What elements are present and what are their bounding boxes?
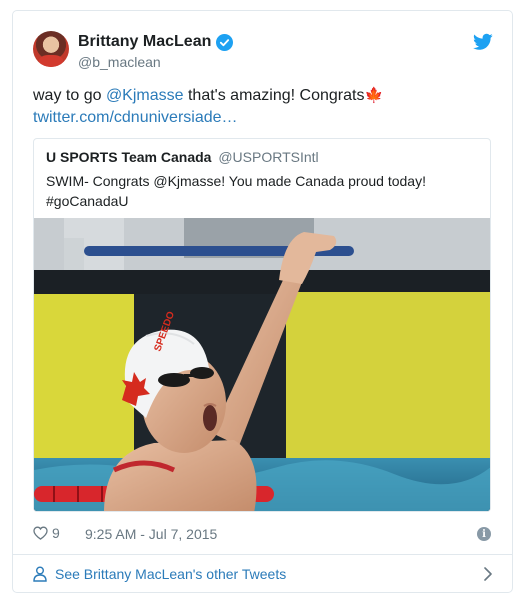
like-count: 9 [52,525,60,541]
author-display-name[interactable]: Brittany MacLean [78,33,211,51]
quoted-tweet-text: SWIM- Congrats @Kjmasse! You made Canada… [46,171,476,211]
embedded-tweet-card: Brittany MacLean @b_maclean way to go @K… [12,10,513,593]
twitter-bird-icon[interactable] [473,33,493,51]
author-handle[interactable]: @b_maclean [78,54,161,70]
maple-leaf-emoji: 🍁 [364,87,384,104]
quoted-author-handle: @USPORTSIntl [218,149,319,165]
tweet-body: way to go @Kjmasse that's amazing! Congr… [33,85,493,129]
swimmer-photo-illustration: SPEEDO [34,218,490,511]
tweet-url-link[interactable]: twitter.com/cdnuniversiade… [33,107,493,129]
quoted-tweet-text-line: SWIM- Congrats @Kjmasse! You made Canada… [46,173,426,189]
author-name-row[interactable]: Brittany MacLean [78,33,234,51]
quoted-author-name: U SPORTS Team Canada [46,149,212,165]
quoted-tweet[interactable]: U SPORTS Team Canada @USPORTSIntl SWIM- … [33,138,491,512]
quoted-tweet-hashtag: #goCanadaU [46,193,129,209]
quoted-tweet-header: U SPORTS Team Canada @USPORTSIntl [46,149,319,165]
heart-icon[interactable] [33,526,48,540]
see-other-tweets-label[interactable]: See Brittany MacLean's other Tweets [55,566,286,582]
tweet-text-start: way to go [33,87,106,104]
tweet-header: Brittany MacLean @b_maclean [33,31,493,71]
card-divider [13,554,512,555]
like-action[interactable]: 9 [33,525,60,541]
tweet-text-end: that's amazing! Congrats [183,87,365,104]
person-icon [33,566,47,582]
verified-badge-icon [216,33,234,51]
tweet-timestamp[interactable]: 9:25 AM - Jul 7, 2015 [85,526,217,542]
author-avatar[interactable] [33,31,69,67]
swimmer-photo[interactable]: SPEEDO [34,218,490,511]
tweet-footer: 9 9:25 AM - Jul 7, 2015 i [33,525,493,547]
info-icon[interactable]: i [477,527,491,541]
mention-link[interactable]: @Kjmasse [106,87,184,104]
see-other-tweets-link[interactable]: See Brittany MacLean's other Tweets [33,564,493,586]
chevron-right-icon[interactable] [483,567,493,581]
